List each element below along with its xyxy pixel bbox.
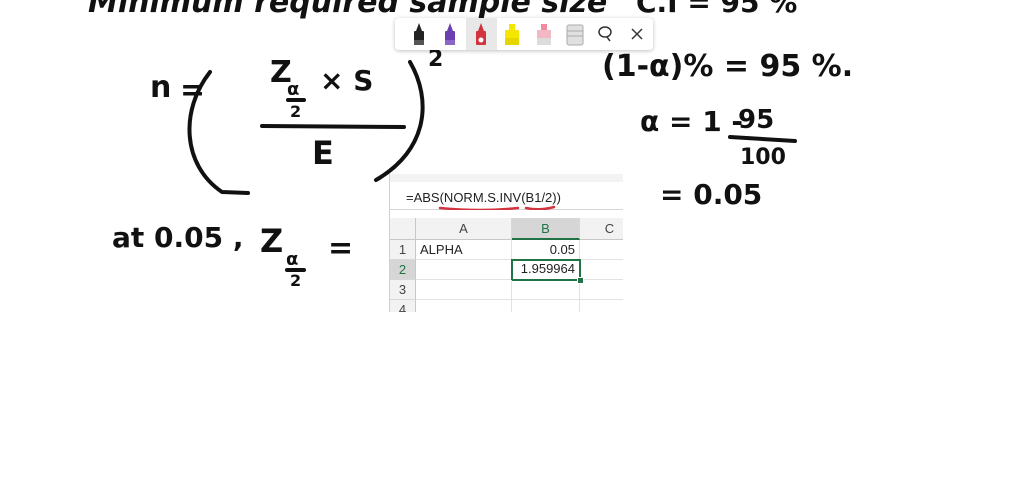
alpha-calc-lhs: α = 1 -	[640, 105, 743, 138]
cell-a3[interactable]	[416, 280, 512, 300]
spreadsheet-snippet: =ABS(NORM.S.INV(B1/2)) A B C 1 2 3 4 ALP…	[389, 174, 623, 312]
alpha-calc-bar	[728, 135, 797, 143]
alpha-eq-note: (1-α)% = 95 %.	[602, 49, 853, 84]
at-value-two: 2	[290, 271, 301, 290]
at-value-eq: =	[328, 231, 353, 266]
cell-b1[interactable]: 0.05	[512, 240, 580, 260]
ink-toolbar	[395, 18, 653, 50]
right-paren	[374, 60, 425, 182]
highlighter-yellow-tool[interactable]	[497, 18, 528, 50]
eraser-tool[interactable]	[559, 18, 590, 50]
close-icon	[631, 28, 643, 40]
ci-note: C.I = 95 %	[636, 0, 797, 19]
column-header-a[interactable]: A	[416, 218, 512, 240]
formula-bar[interactable]: =ABS(NORM.S.INV(B1/2))	[390, 174, 623, 210]
fraction-bar	[260, 124, 406, 129]
left-paren	[187, 70, 250, 195]
cell-a1[interactable]: ALPHA	[416, 240, 512, 260]
pen-red-tool[interactable]	[465, 18, 497, 50]
formula-alpha: α	[287, 79, 299, 100]
alpha-result: = 0.05	[660, 178, 762, 211]
formula-e: E	[312, 134, 334, 172]
cell-b2[interactable]: 1.959964	[511, 259, 581, 281]
at-value-alpha: α	[286, 249, 298, 270]
whiteboard-heading: Minimum required sample size	[88, 0, 607, 20]
row-header-2[interactable]: 2	[390, 260, 416, 280]
sheet-grid[interactable]: A B C 1 2 3 4 ALPHA 0.05 1.959964	[390, 218, 623, 312]
close-toolbar-button[interactable]	[622, 18, 653, 50]
row-header-4[interactable]: 4	[390, 300, 416, 312]
pen-purple-tool[interactable]	[434, 18, 465, 50]
eraser-icon	[566, 24, 584, 46]
pen-purple-icon	[444, 23, 455, 45]
select-all-corner[interactable]	[390, 218, 416, 240]
lasso-icon	[598, 26, 612, 42]
cell-a2[interactable]	[416, 260, 512, 280]
formula-power: 2	[428, 47, 443, 72]
column-header-c[interactable]: C	[580, 218, 623, 240]
cell-c1[interactable]	[580, 240, 623, 260]
cell-b4[interactable]	[512, 300, 580, 312]
at-value-z: Z	[260, 222, 283, 260]
highlighter-pink-tool[interactable]	[528, 18, 559, 50]
cell-b3[interactable]	[512, 280, 580, 300]
lasso-tool[interactable]	[591, 18, 622, 50]
highlighter-yellow-icon	[505, 24, 520, 45]
cell-a4[interactable]	[416, 300, 512, 312]
at-value-text: at 0.05 ,	[112, 221, 244, 254]
formula-two: 2	[290, 102, 301, 121]
row-header-1[interactable]: 1	[390, 240, 416, 260]
pen-red-icon	[476, 23, 487, 45]
pen-black-tool[interactable]	[403, 18, 434, 50]
alpha-calc-den: 100	[740, 145, 786, 170]
alpha-calc-num: 95	[738, 105, 774, 135]
highlighter-pink-icon	[536, 24, 551, 45]
cell-c4[interactable]	[580, 300, 623, 312]
formula-red-underline	[438, 205, 556, 210]
formula-times-s: × S	[320, 64, 373, 97]
column-header-b[interactable]: B	[512, 218, 580, 240]
fill-handle[interactable]	[577, 277, 584, 284]
formula-n: n	[150, 70, 171, 105]
cell-c3[interactable]	[580, 280, 623, 300]
row-header-3[interactable]: 3	[390, 280, 416, 300]
cell-c2[interactable]	[581, 260, 623, 280]
pen-black-icon	[413, 23, 424, 45]
